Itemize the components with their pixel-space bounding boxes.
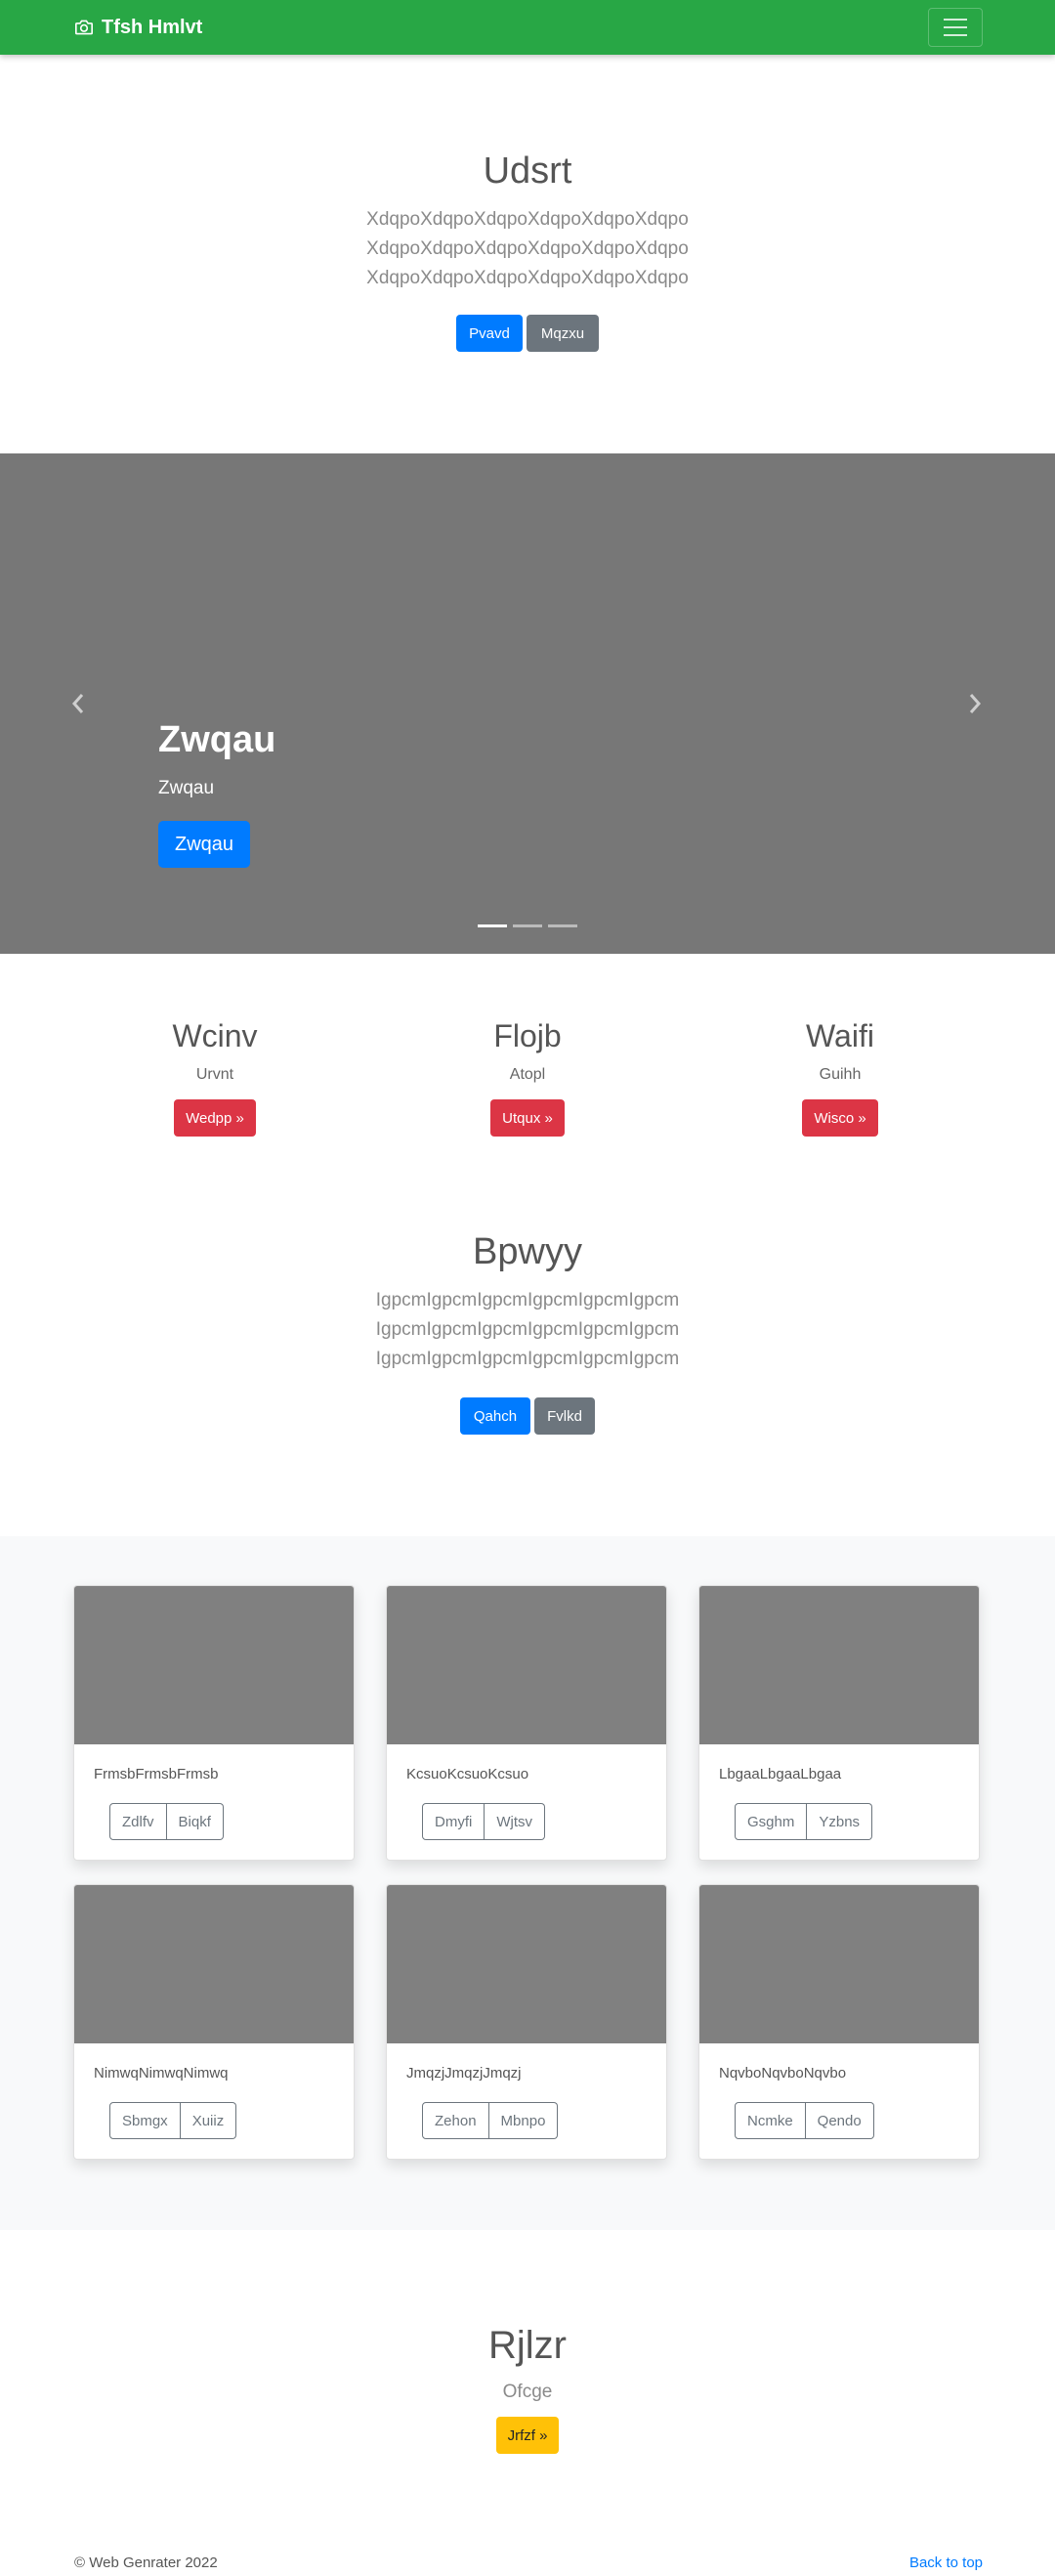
bottom-jumbotron: Rjlzr Ofcge Jrfzf » xyxy=(0,2324,1055,2454)
secondary-hero-section: Bpwyy IgpcmIgpcmIgpcmIgpcmIgpcmIgpcm Igp… xyxy=(0,1222,1055,1534)
card-image-placeholder xyxy=(387,1885,666,2043)
hero-lead: XdqpoXdqpoXdqpoXdqpoXdqpoXdqpo XdqpoXdqp… xyxy=(0,205,1055,293)
album-card: KcsuoKcsuoKcsuo Dmyfi Wjtsv xyxy=(386,1585,667,1861)
carousel: Zwqau Zwqau Zwqau xyxy=(0,453,1055,954)
secondary-hero-secondary-button[interactable]: Fvlkd xyxy=(534,1397,595,1435)
hero-lead-line: XdqpoXdqpoXdqpoXdqpoXdqpoXdqpo xyxy=(366,209,689,230)
album-section: FrmsbFrmsbFrmsb Zdlfv Biqkf KcsuoKcsuoKc… xyxy=(0,1536,1055,2230)
feature-column: Wcinv Urvnt Wedpp » xyxy=(68,1012,361,1137)
album-card: JmqzjJmqzjJmqzj Zehon Mbnpo xyxy=(386,1884,667,2160)
jumbotron-text: Ofcge xyxy=(502,2382,553,2402)
card-button[interactable]: Qendo xyxy=(805,2102,874,2139)
card-image-placeholder xyxy=(699,1586,979,1744)
card-text: NimwqNimwqNimwq xyxy=(94,2065,229,2082)
card-image-placeholder xyxy=(74,1885,354,2043)
carousel-next-button[interactable] xyxy=(963,692,987,715)
secondary-hero-title: Bpwyy xyxy=(473,1231,582,1272)
footer-copyright: © Web Genrater 2022 xyxy=(74,2555,218,2571)
card-button[interactable]: Dmyfi xyxy=(422,1803,485,1840)
card-button[interactable]: Wjtsv xyxy=(485,1803,545,1840)
card-button[interactable]: Zdlfv xyxy=(109,1803,167,1840)
hero-section: Udsrt XdqpoXdqpoXdqpoXdqpoXdqpoXdqpo Xdq… xyxy=(0,55,1055,453)
card-image-placeholder xyxy=(387,1586,666,1744)
carousel-indicators xyxy=(0,924,1055,927)
navbar-toggle-button[interactable] xyxy=(928,8,983,47)
carousel-caption-button[interactable]: Zwqau xyxy=(158,821,250,868)
hero-title: Udsrt xyxy=(483,150,572,192)
album-card: FrmsbFrmsbFrmsb Zdlfv Biqkf xyxy=(73,1585,355,1861)
feature-title: Flojb xyxy=(493,1018,562,1053)
card-button[interactable]: Zehon xyxy=(422,2102,489,2139)
card-text: FrmsbFrmsbFrmsb xyxy=(94,1766,219,1782)
card-button[interactable]: Mbnpo xyxy=(488,2102,559,2139)
navbar: Tfsh Hmlvt xyxy=(0,0,1055,55)
hero-lead-line: XdqpoXdqpoXdqpoXdqpoXdqpoXdqpo xyxy=(366,268,689,288)
chevron-right-icon xyxy=(969,694,982,713)
card-button[interactable]: Xuiiz xyxy=(180,2102,237,2139)
carousel-indicator[interactable] xyxy=(513,924,542,927)
hero-secondary-button[interactable]: Mqzxu xyxy=(527,315,599,352)
navbar-brand[interactable]: Tfsh Hmlvt xyxy=(74,0,202,55)
feature-title: Waifi xyxy=(806,1018,874,1053)
card-image-placeholder xyxy=(74,1586,354,1744)
brand-label: Tfsh Hmlvt xyxy=(102,16,203,38)
card-text: KcsuoKcsuoKcsuo xyxy=(406,1766,529,1782)
card-button[interactable]: Ncmke xyxy=(735,2102,806,2139)
chevron-left-icon xyxy=(71,694,84,713)
album-card: NqvboNqvboNqvbo Ncmke Qendo xyxy=(698,1884,980,2160)
carousel-indicator[interactable] xyxy=(548,924,577,927)
footer: © Web Genrater 2022 Back to top xyxy=(0,2551,1055,2576)
card-button-group: Ncmke Qendo xyxy=(735,2102,874,2139)
card-button[interactable]: Biqkf xyxy=(166,1803,224,1840)
card-button-group: Dmyfi Wjtsv xyxy=(422,1803,545,1840)
secondary-hero-lead-line: IgpcmIgpcmIgpcmIgpcmIgpcmIgpcm xyxy=(375,1319,680,1340)
carousel-caption-text: Zwqau xyxy=(158,778,215,798)
secondary-hero-lead-line: IgpcmIgpcmIgpcmIgpcmIgpcmIgpcm xyxy=(375,1349,680,1369)
card-button-group: Gsghm Yzbns xyxy=(735,1803,873,1840)
card-button-group: Zehon Mbnpo xyxy=(422,2102,559,2139)
card-text: LbgaaLbgaaLbgaa xyxy=(719,1766,842,1782)
jumbotron-button[interactable]: Jrfzf » xyxy=(495,2417,560,2454)
feature-button[interactable]: Utqux » xyxy=(490,1099,565,1137)
feature-text: Atopl xyxy=(509,1066,546,1083)
feature-button[interactable]: Wisco » xyxy=(802,1099,878,1137)
card-button[interactable]: Sbmgx xyxy=(109,2102,181,2139)
card-button-group: Zdlfv Biqkf xyxy=(109,1803,224,1840)
back-to-top-link[interactable]: Back to top xyxy=(909,2555,983,2571)
hero-primary-button[interactable]: Pvavd xyxy=(456,315,523,352)
album-card: LbgaaLbgaaLbgaa Gsghm Yzbns xyxy=(698,1585,980,1861)
feature-text: Guihh xyxy=(819,1066,862,1083)
camera-icon xyxy=(75,20,93,35)
carousel-indicator[interactable] xyxy=(478,924,507,927)
secondary-hero-lead: IgpcmIgpcmIgpcmIgpcmIgpcmIgpcm IgpcmIgpc… xyxy=(0,1286,1055,1374)
secondary-hero-primary-button[interactable]: Qahch xyxy=(460,1397,530,1435)
card-button-group: Sbmgx Xuiiz xyxy=(109,2102,237,2139)
carousel-prev-button[interactable] xyxy=(66,692,90,715)
jumbotron-title: Rjlzr xyxy=(488,2324,567,2367)
feature-column: Waifi Guihh Wisco » xyxy=(694,1012,987,1137)
hamburger-menu-icon xyxy=(944,19,967,36)
card-image-placeholder xyxy=(699,1885,979,2043)
hero-lead-line: XdqpoXdqpoXdqpoXdqpoXdqpoXdqpo xyxy=(366,238,689,259)
feature-title: Wcinv xyxy=(172,1018,258,1053)
card-button[interactable]: Gsghm xyxy=(735,1803,808,1840)
carousel-caption-title: Zwqau xyxy=(158,719,276,760)
secondary-hero-lead-line: IgpcmIgpcmIgpcmIgpcmIgpcmIgpcm xyxy=(375,1290,680,1310)
card-text: NqvboNqvboNqvbo xyxy=(719,2065,847,2082)
card-text: JmqzjJmqzjJmqzj xyxy=(406,2065,522,2082)
feature-text: Urvnt xyxy=(195,1066,234,1083)
feature-column: Flojb Atopl Utqux » xyxy=(381,1012,674,1137)
feature-button[interactable]: Wedpp » xyxy=(174,1099,256,1137)
album-card: NimwqNimwqNimwq Sbmgx Xuiiz xyxy=(73,1884,355,2160)
card-button[interactable]: Yzbns xyxy=(807,1803,873,1840)
